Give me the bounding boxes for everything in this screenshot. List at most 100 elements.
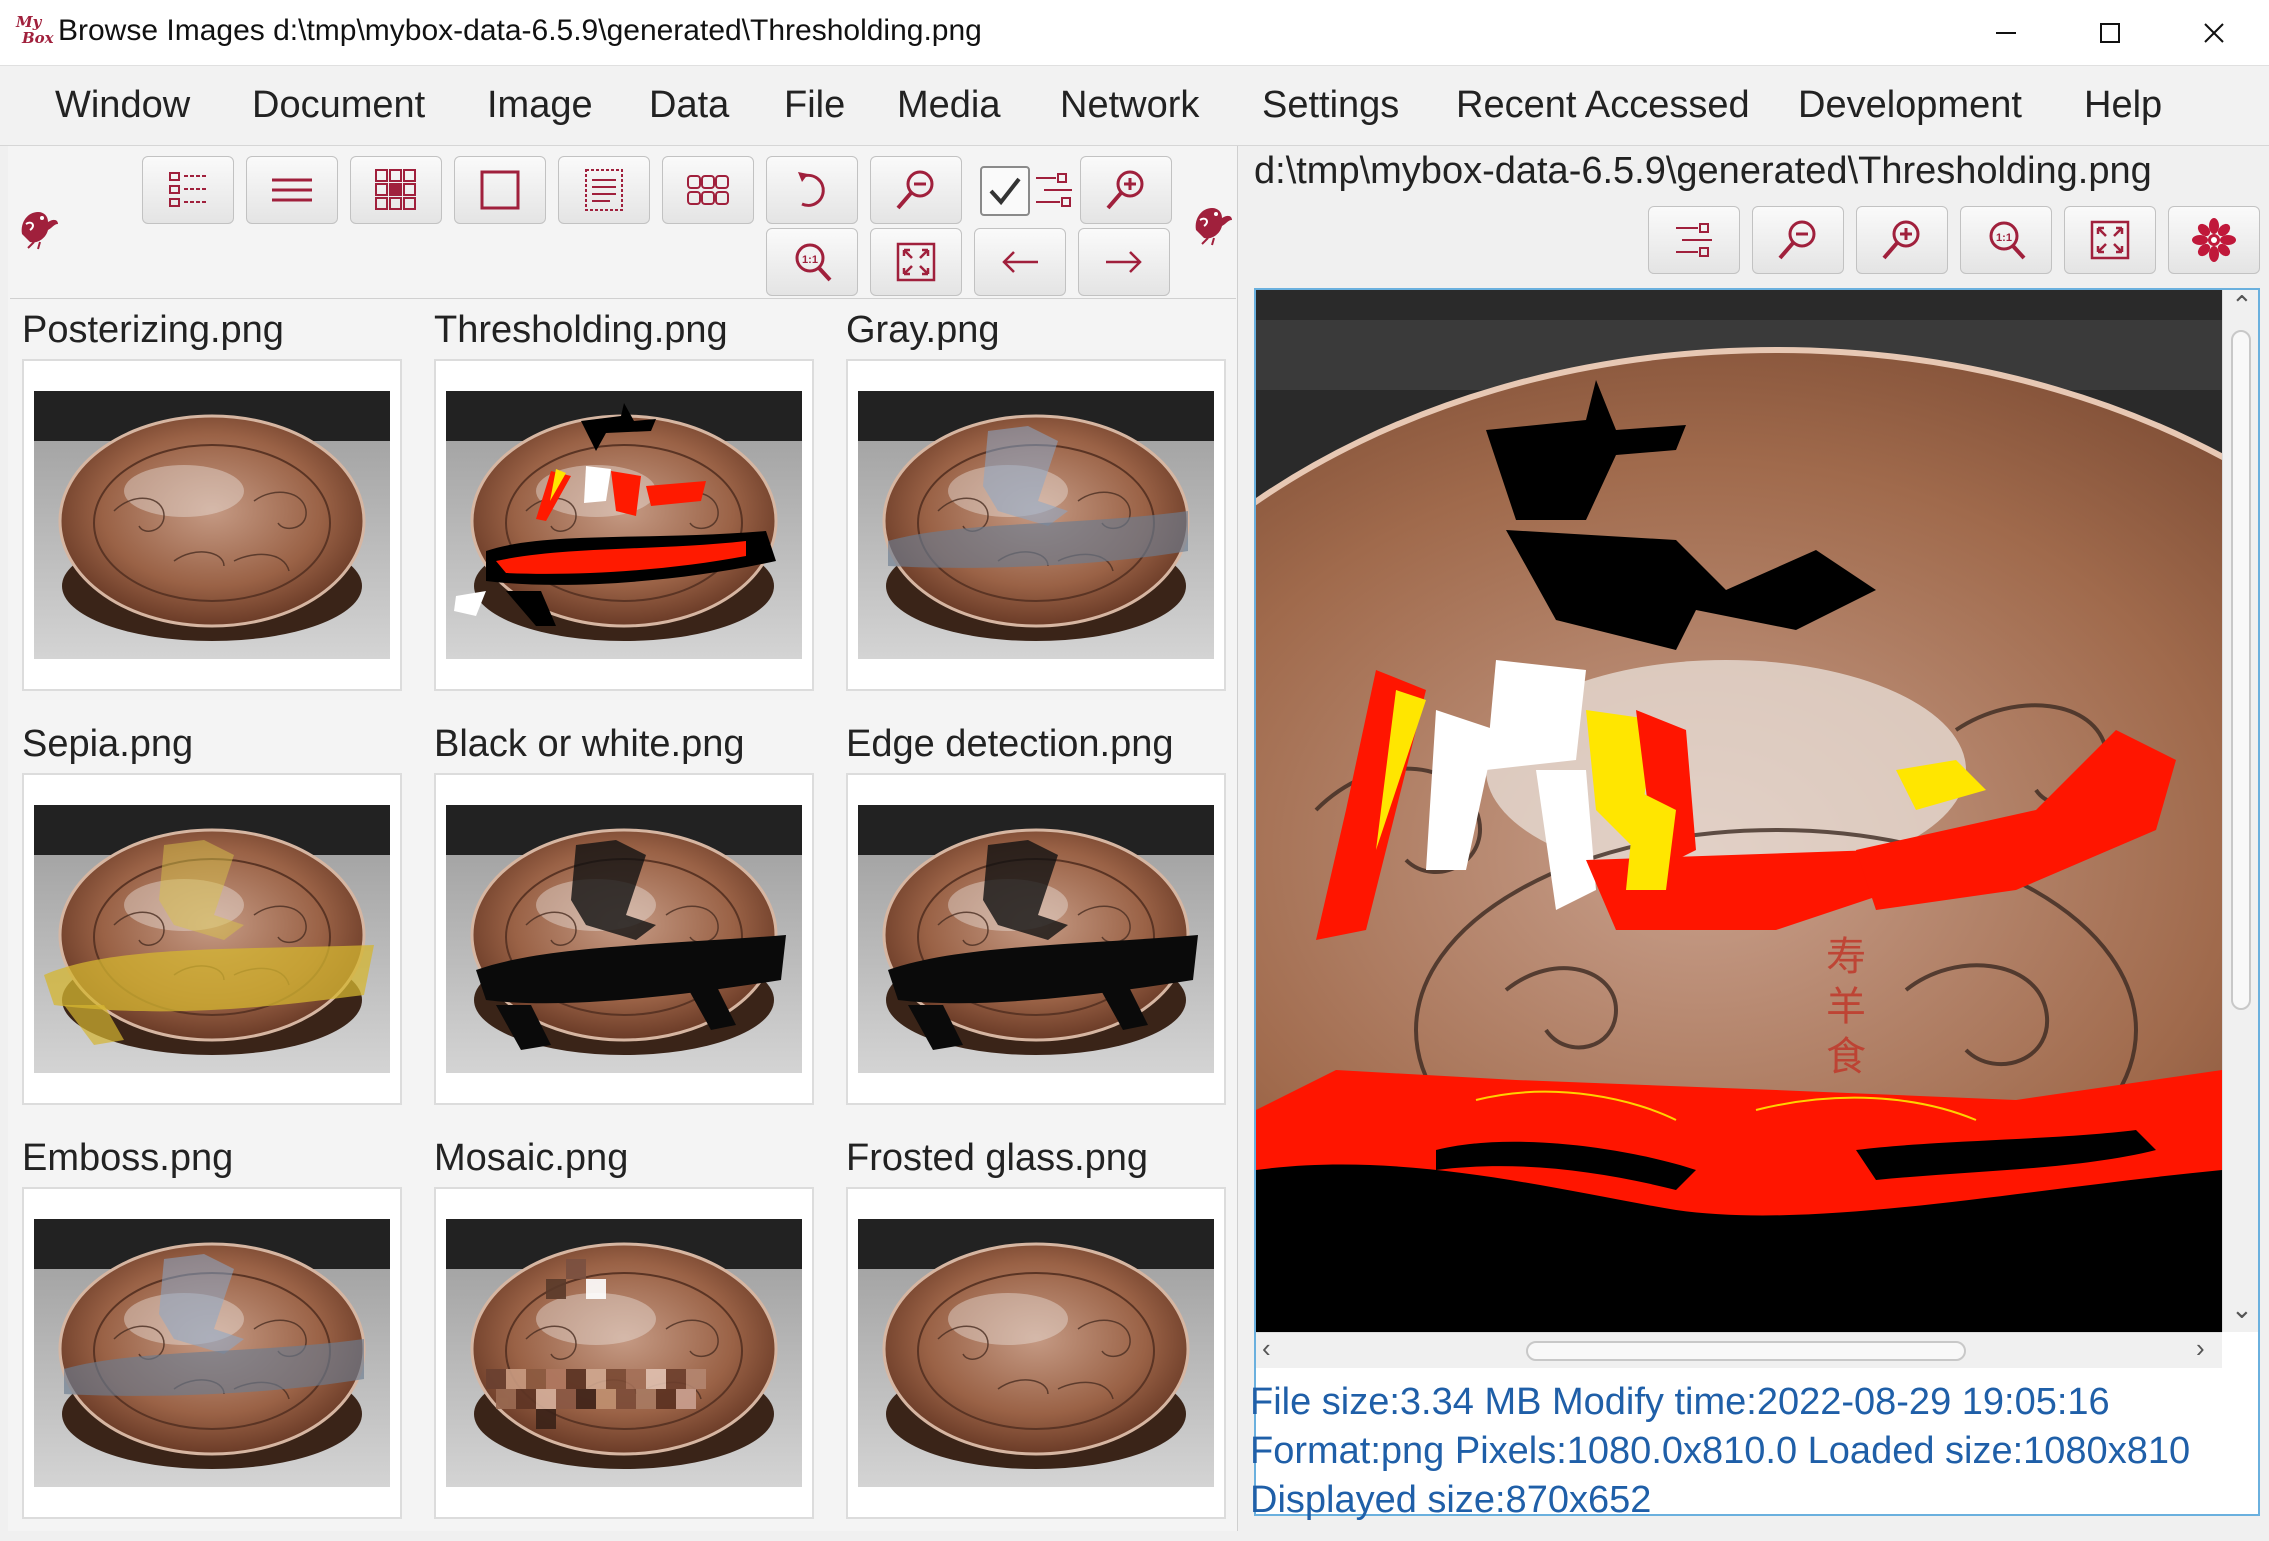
menu-settings[interactable]: Settings [1262, 84, 1399, 127]
options-menu-icon[interactable] [1032, 168, 1080, 214]
actual-size-button[interactable]: 1:1 [766, 228, 858, 296]
thumbnail-image [34, 391, 390, 659]
menu-document[interactable]: Document [252, 84, 425, 127]
scroll-left-icon[interactable]: ‹ [1262, 1333, 1271, 1364]
select-checkbox[interactable] [980, 166, 1030, 216]
close-button[interactable] [2162, 0, 2266, 66]
image-path: d:\tmp\mybox-data-6.5.9\generated\Thresh… [1254, 150, 2152, 192]
viewer-zoom-in-button[interactable] [1856, 206, 1948, 274]
viewer-settings-button[interactable] [2168, 206, 2260, 274]
menu-network[interactable]: Network [1060, 84, 1199, 127]
menu-file[interactable]: File [784, 84, 845, 127]
thumbnail-item[interactable]: Gray.png [846, 309, 1226, 691]
scroll-up-icon[interactable]: ⌃ [2231, 290, 2253, 321]
thumbnail-item[interactable]: Thresholding.png [434, 309, 814, 691]
scroll-thumb[interactable] [2231, 330, 2251, 1010]
window-title: Browse Images d:\tmp\mybox-data-6.5.9\ge… [58, 14, 982, 47]
thumbnail-image [858, 805, 1214, 1073]
menu-window[interactable]: Window [55, 84, 190, 127]
thumbnail-image [34, 805, 390, 1073]
thumbnail-filename: Sepia.png [22, 723, 194, 765]
info-line: Format:png Pixels:1080.0x810.0 Loaded si… [1250, 1430, 2191, 1472]
previous-button[interactable] [974, 228, 1066, 296]
info-line: File size:3.34 MB Modify time:2022-08-29… [1250, 1381, 2110, 1423]
text-list-button[interactable] [558, 156, 650, 224]
menu-data[interactable]: Data [649, 84, 729, 127]
thumbnail-item[interactable]: Edge detection.png [846, 723, 1226, 1105]
next-button[interactable] [1078, 228, 1170, 296]
actual-size-icon: 1:1 [795, 243, 832, 282]
svg-text:1:1: 1:1 [1996, 232, 2012, 244]
rotate-button[interactable] [766, 156, 858, 224]
thumbnail-grid: Posterizing.png Thresholding.png Gray.pn… [10, 298, 1236, 1528]
zoom-out-icon [1778, 220, 1816, 260]
zoom-in-icon [1106, 170, 1144, 210]
list-view-button[interactable] [142, 156, 234, 224]
seal-char: 食 [1826, 1034, 1866, 1080]
viewer-zoom-out-button[interactable] [1752, 206, 1844, 274]
thumbnail-filename: Black or white.png [434, 723, 745, 765]
text-list-icon [585, 169, 623, 211]
mybox-bird-icon [21, 212, 58, 250]
scroll-down-icon[interactable]: ⌄ [2231, 1294, 2253, 1325]
thumbnail-item[interactable]: Emboss.png [22, 1137, 402, 1519]
maximize-button[interactable] [2058, 0, 2162, 66]
rotate-icon [798, 172, 825, 207]
main-image: 寿 羊 食 [1256, 290, 2222, 1332]
mybox-bird-icon [1195, 208, 1232, 246]
menu-image[interactable]: Image [487, 84, 593, 127]
cells-view-button[interactable] [662, 156, 754, 224]
fit-window-button[interactable] [870, 228, 962, 296]
thumbnail-image [446, 1219, 802, 1487]
viewer-options-button[interactable] [1648, 206, 1740, 274]
thumbnails-grid-icon [375, 169, 416, 210]
menu-media[interactable]: Media [897, 84, 1001, 127]
thumbnail-filename: Thresholding.png [434, 309, 728, 351]
viewer-actual-size-button[interactable]: 1:1 [1960, 206, 2052, 274]
scroll-right-icon[interactable]: › [2196, 1333, 2205, 1364]
menu-icon [1676, 223, 1712, 257]
title-bar: My Box Browse Images d:\tmp\mybox-data-6.… [0, 0, 2269, 66]
single-frame-button[interactable] [454, 156, 546, 224]
seal-char: 寿 [1826, 934, 1866, 980]
menu-recent-accessed[interactable]: Recent Accessed [1456, 84, 1750, 127]
thumbnail-browser-pane: 1:1 Posterizing.png Thresholding.png Gra… [8, 146, 1238, 1531]
image-viewer[interactable]: 寿 羊 食 ⌃ ⌄ ‹ › [1254, 288, 2260, 1516]
thumbnails-grid-button[interactable] [350, 156, 442, 224]
thumbnail-item[interactable]: Posterizing.png [22, 309, 402, 691]
previous-arrow-icon [1002, 251, 1038, 273]
thumbnail-item[interactable]: Mosaic.png [434, 1137, 814, 1519]
fit-icon [896, 242, 936, 282]
menu-development[interactable]: Development [1798, 84, 2022, 127]
thumbnail-image [34, 1219, 390, 1487]
viewer-fit-button[interactable] [2064, 206, 2156, 274]
settings-flower-icon [2192, 218, 2236, 262]
scroll-thumb[interactable] [1526, 1341, 1966, 1361]
close-icon [2204, 23, 2224, 43]
seal-char: 羊 [1826, 984, 1866, 1030]
menu-help[interactable]: Help [2084, 84, 2162, 127]
thumbnail-item[interactable]: Sepia.png [22, 723, 402, 1105]
thumbnail-filename: Frosted glass.png [846, 1137, 1149, 1179]
zoom-in-icon [1882, 220, 1920, 260]
thumbnail-item[interactable]: Black or white.png [434, 723, 814, 1105]
zoom-out-button[interactable] [870, 156, 962, 224]
minimize-button[interactable] [1954, 0, 2058, 66]
zoom-in-button[interactable] [1080, 156, 1172, 224]
thumbnail-filename: Mosaic.png [434, 1137, 629, 1179]
single-frame-icon [480, 170, 520, 210]
thumbnail-filename: Emboss.png [22, 1137, 234, 1179]
horizontal-scrollbar[interactable]: ‹ › [1256, 1332, 2222, 1368]
thumbnail-image [446, 805, 802, 1073]
list-view-icon [169, 172, 206, 207]
checkmark-icon [989, 177, 1021, 206]
rows-view-button[interactable] [246, 156, 338, 224]
menu-bar: Window Document Image Data File Media Ne… [0, 66, 2269, 146]
thumbnail-image [446, 391, 802, 659]
thumbnail-image [858, 1219, 1214, 1487]
thumbnail-filename: Posterizing.png [22, 309, 284, 351]
vertical-scrollbar[interactable]: ⌃ ⌄ [2222, 290, 2258, 1332]
thumbnail-filename: Gray.png [846, 309, 1000, 351]
thumbnail-item[interactable]: Frosted glass.png [846, 1137, 1226, 1519]
thumbnail-image [858, 391, 1214, 659]
